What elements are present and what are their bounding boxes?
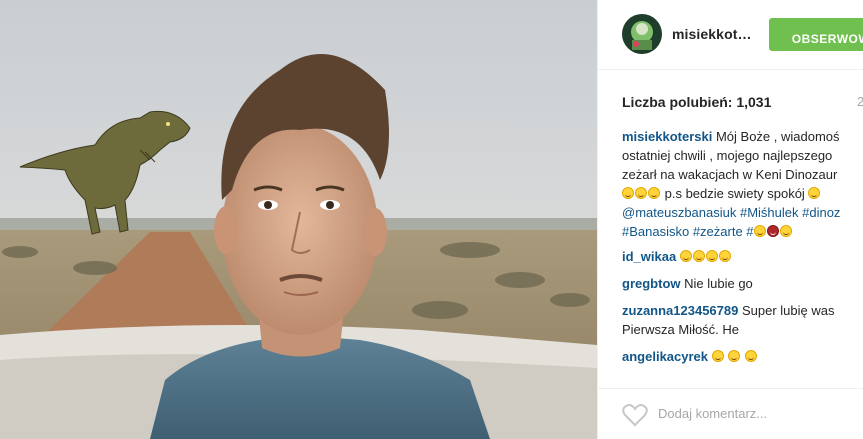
post-header: misiekkot… OBSERWOW	[598, 0, 863, 70]
caption-tags-1[interactable]: @mateuszbanasiuk #Miśhulek #dinoz	[622, 205, 840, 220]
comment-text: Pierwsza Miłość. He	[622, 322, 740, 337]
caption-tags-row-1: @mateuszbanasiuk #Miśhulek #dinoz	[622, 203, 863, 222]
likes-row: Liczba polubień: 1,031 2	[622, 94, 863, 110]
avatar[interactable]	[622, 14, 662, 54]
comment-username[interactable]: misiekkoterski	[622, 129, 712, 144]
grin-emoji-icon	[744, 350, 757, 362]
grin-emoji-icon	[635, 187, 647, 199]
post-footer	[598, 388, 863, 439]
comment-item: id_wikaa	[622, 247, 863, 266]
grin-emoji-icon	[692, 250, 705, 262]
comment-text: Nie lubie go	[684, 276, 753, 291]
post-side-panel: misiekkot… OBSERWOW Liczba polubień: 1,0…	[597, 0, 863, 439]
grin-emoji-icon	[648, 187, 660, 199]
comment-username[interactable]: angelikacyrek	[622, 349, 708, 364]
comment-item: gregbtow Nie lubie go	[622, 274, 863, 293]
caption-line-3-row: zeżarł na wakacjach w Keni Dinozaur	[622, 165, 863, 184]
grin-emoji-icon	[728, 350, 741, 362]
post-photo[interactable]	[0, 0, 597, 439]
comment-input[interactable]	[658, 403, 858, 423]
comment-username[interactable]: gregbtow	[622, 276, 681, 291]
grin-emoji-icon	[779, 225, 792, 237]
comments-list: misiekkoterski Mój Boże , wiadomoś ostat…	[622, 127, 863, 366]
caption-line-4-row: p.s bedzie swiety spokój	[622, 184, 863, 203]
grin-emoji-icon	[679, 250, 692, 262]
grin-emoji-icon	[753, 225, 766, 237]
caption-line-2: ostatniej chwili , mojego najlepszego	[622, 148, 833, 163]
caption-line-3: zeżarł na wakacjach w Keni Dinozaur	[622, 167, 838, 182]
caption-tags-2[interactable]: #Banasisko #zeżarte #	[622, 224, 754, 239]
likes-count[interactable]: Liczba polubień: 1,031	[622, 94, 771, 110]
grin-emoji-icon	[622, 187, 634, 199]
grin-emoji-icon	[718, 250, 731, 262]
comment-item: angelikacyrek	[622, 347, 863, 366]
grin-emoji-icon	[705, 250, 718, 262]
caption-comment: misiekkoterski Mój Boże , wiadomoś	[622, 127, 863, 146]
heart-outline-icon[interactable]	[622, 403, 648, 432]
follow-button[interactable]: OBSERWOW	[769, 18, 863, 51]
caption-tags-row-2: #Banasisko #zeżarte #	[622, 222, 863, 241]
comment-username[interactable]: zuzanna123456789	[622, 303, 738, 318]
devil-emoji-icon	[766, 225, 779, 237]
comment-text: Super lubię was	[741, 303, 835, 318]
caption-line-2-row: ostatniej chwili , mojego najlepszego	[622, 146, 863, 165]
comment-username[interactable]: id_wikaa	[622, 249, 676, 264]
grin-emoji-icon	[808, 187, 821, 199]
caption-line-4: p.s bedzie swiety spokój	[664, 186, 805, 201]
grin-emoji-icon	[711, 350, 724, 362]
caption-line-1: Mój Boże , wiadomoś	[715, 129, 840, 144]
comment-item-continuation: Pierwsza Miłość. He	[622, 320, 863, 339]
comment-item: zuzanna123456789 Super lubię was	[622, 301, 863, 320]
username-link[interactable]: misiekkot…	[672, 26, 752, 42]
post-time[interactable]: 2	[857, 94, 863, 109]
